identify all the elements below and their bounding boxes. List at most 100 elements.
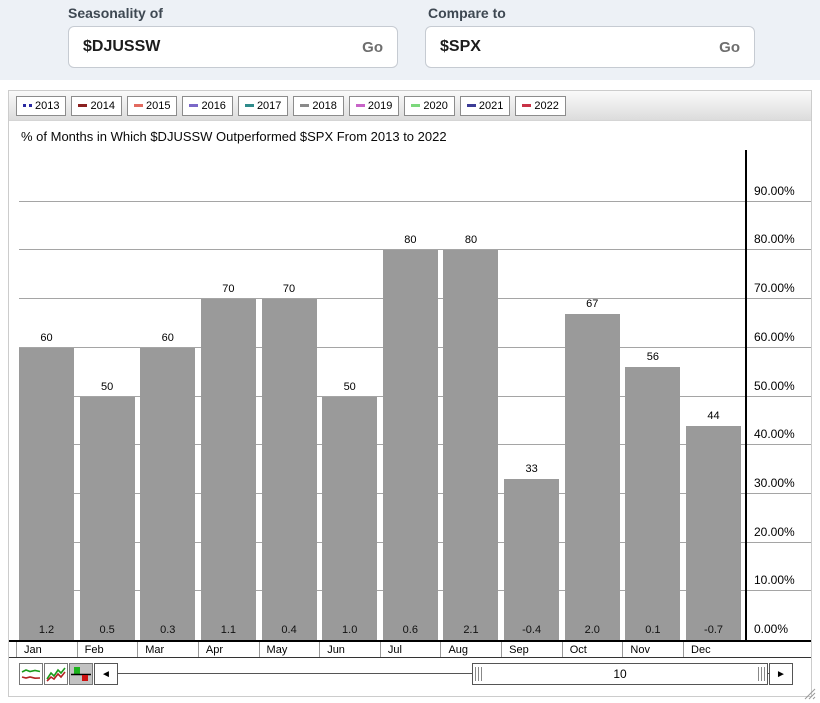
month-separator (380, 642, 381, 657)
bar-bottom-value-label: 1.2 (19, 624, 74, 636)
bar-value-label: 60 (140, 332, 195, 344)
year-marker-icon (300, 104, 309, 107)
compare-symbol-input[interactable]: $SPX Go (425, 26, 755, 68)
month-label-aug: Aug (448, 644, 468, 656)
thumb-grip-left (475, 667, 482, 681)
bar-apr (201, 299, 256, 640)
month-separator (198, 642, 199, 657)
year-label: 2018 (312, 100, 336, 112)
y-tick-label: 90.00% (754, 184, 795, 198)
bar-value-label: 56 (625, 351, 680, 363)
bar-value-label: 33 (504, 463, 559, 475)
bar-feb (80, 397, 135, 641)
smooth-line-chart-icon[interactable] (19, 663, 43, 685)
range-slider-thumb[interactable]: 10 (472, 663, 768, 685)
bar-value-label: 44 (686, 410, 741, 422)
year-marker-icon (134, 104, 143, 107)
bar-bottom-value-label: 2.1 (443, 624, 498, 636)
compare-to-label: Compare to (428, 5, 506, 21)
month-label-mar: Mar (145, 644, 164, 656)
legend-year-2014[interactable]: 2014 (71, 96, 121, 116)
bar-oct (565, 314, 620, 640)
bar-bottom-value-label: 0.5 (80, 624, 135, 636)
bar-may (262, 299, 317, 640)
legend-year-2016[interactable]: 2016 (182, 96, 232, 116)
plot-area: 601.2500.5600.3701.1700.4501.0800.6802.1… (9, 150, 811, 642)
legend-year-2015[interactable]: 2015 (127, 96, 177, 116)
year-marker-icon (23, 104, 32, 107)
legend-year-2022[interactable]: 2022 (515, 96, 565, 116)
bar-bottom-value-label: 0.3 (140, 624, 195, 636)
month-separator (16, 642, 17, 657)
compare-go-button[interactable]: Go (719, 39, 740, 56)
legend-year-2021[interactable]: 2021 (460, 96, 510, 116)
y-tick-label: 50.00% (754, 379, 795, 393)
year-label: 2019 (368, 100, 392, 112)
year-label: 2013 (35, 100, 59, 112)
month-label-oct: Oct (570, 644, 587, 656)
y-tick-label: 20.00% (754, 525, 795, 539)
legend-year-2018[interactable]: 2018 (293, 96, 343, 116)
year-label: 2014 (90, 100, 114, 112)
y-tick-label: 0.00% (754, 622, 788, 636)
seasonality-symbol-input[interactable]: $DJUSSW Go (68, 26, 398, 68)
chart-title-row: % of Months in Which $DJUSSW Outperforme… (9, 121, 811, 150)
month-label-feb: Feb (85, 644, 104, 656)
year-marker-icon (522, 104, 531, 107)
chart-toolbar: ◄ 10 ► (9, 658, 811, 694)
bar-value-label: 70 (262, 283, 317, 295)
year-label: 2022 (534, 100, 558, 112)
month-separator (683, 642, 684, 657)
bar-bottom-value-label: 0.1 (625, 624, 680, 636)
year-legend: 2013 2014 20152016 2017 2018 2019 2020 2021 2022 (9, 91, 811, 121)
month-separator (77, 642, 78, 657)
year-marker-icon (356, 104, 365, 107)
compare-symbol-value[interactable]: $SPX (440, 38, 481, 56)
scroll-left-button[interactable]: ◄ (94, 663, 118, 685)
legend-year-2017[interactable]: 2017 (238, 96, 288, 116)
y-tick-label: 70.00% (754, 281, 795, 295)
bar-bottom-value-label: -0.7 (686, 624, 741, 636)
year-marker-icon (411, 104, 420, 107)
bar-bottom-value-label: 0.6 (383, 624, 438, 636)
legend-year-2020[interactable]: 2020 (404, 96, 454, 116)
seasonality-of-label: Seasonality of (68, 5, 163, 21)
month-label-dec: Dec (691, 644, 711, 656)
seasonality-symbol-value[interactable]: $DJUSSW (83, 38, 160, 56)
zigzag-line-chart-icon[interactable] (44, 663, 68, 685)
resize-grip-icon[interactable] (800, 684, 816, 700)
month-separator (259, 642, 260, 657)
year-marker-icon (189, 104, 198, 107)
y-tick-label: 80.00% (754, 232, 795, 246)
bar-value-label: 60 (19, 332, 74, 344)
seasonality-bars-icon[interactable] (69, 663, 93, 685)
month-label-jul: Jul (388, 644, 402, 656)
bar-nov (625, 367, 680, 640)
bar-bottom-value-label: -0.4 (504, 624, 559, 636)
year-label: 2017 (257, 100, 281, 112)
slider-value-label: 10 (613, 667, 626, 681)
y-tick-label: 30.00% (754, 476, 795, 490)
legend-year-2019[interactable]: 2019 (349, 96, 399, 116)
chart-title: % of Months in Which $DJUSSW Outperforme… (9, 121, 811, 144)
bar-jul (383, 250, 438, 640)
y-tick-label: 40.00% (754, 427, 795, 441)
month-separator (440, 642, 441, 657)
bar-value-label: 67 (565, 298, 620, 310)
legend-year-2013[interactable]: 2013 (16, 96, 66, 116)
bar-mar (140, 348, 195, 640)
bar-value-label: 80 (383, 234, 438, 246)
bar-jun (322, 397, 377, 641)
bar-bottom-value-label: 2.0 (565, 624, 620, 636)
bar-jan (19, 348, 74, 640)
y-tick-label: 10.00% (754, 573, 795, 587)
month-separator (501, 642, 502, 657)
bar-value-label: 70 (201, 283, 256, 295)
month-label-apr: Apr (206, 644, 223, 656)
year-marker-icon (78, 104, 87, 107)
bar-bottom-value-label: 1.1 (201, 624, 256, 636)
bar-value-label: 80 (443, 234, 498, 246)
scroll-right-button[interactable]: ► (769, 663, 793, 685)
seasonality-go-button[interactable]: Go (362, 39, 383, 56)
year-marker-icon (245, 104, 254, 107)
